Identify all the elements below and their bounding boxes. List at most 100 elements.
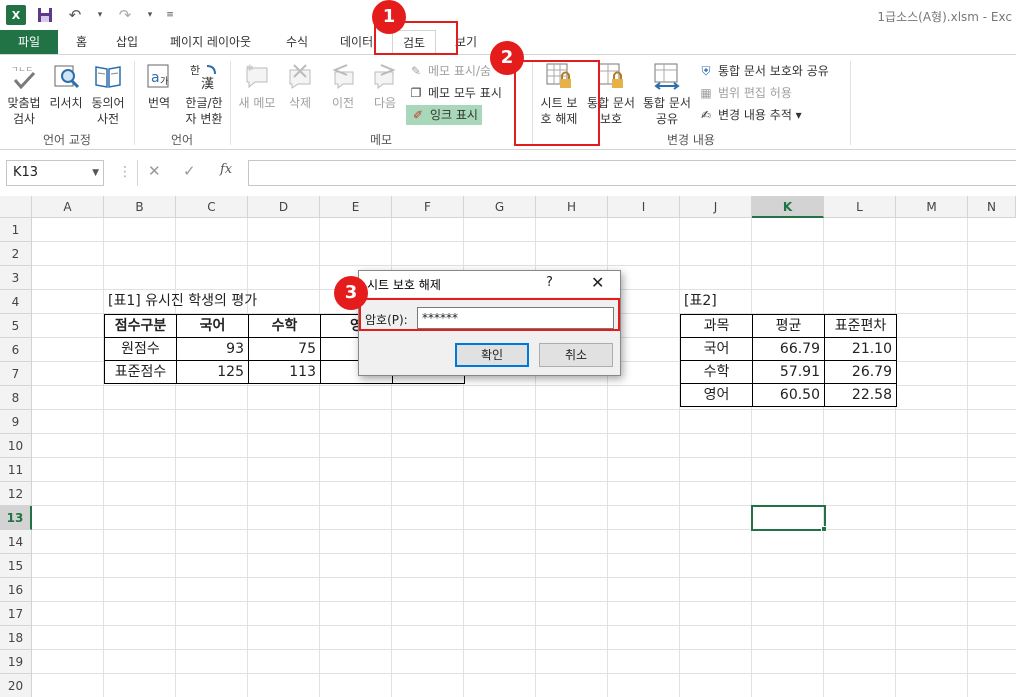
new-comment-button[interactable]: ✱ 새 메모 [236,61,278,111]
row-header[interactable]: 10 [0,434,32,458]
table2-title[interactable]: [표2] [680,290,721,314]
name-box[interactable]: K13 ▼ [6,160,104,186]
column-header-j[interactable]: J [680,196,752,218]
row-header[interactable]: 12 [0,482,32,506]
tab-formulas[interactable]: 수식 [286,30,308,54]
thesaurus-button[interactable]: 동의어 사전 [88,61,128,127]
row-header[interactable]: 7 [0,362,32,386]
formula-input[interactable] [248,160,1016,186]
hangul-hanja-button[interactable]: 한漢 한글/한 자 변환 [180,61,228,127]
column-header-h[interactable]: H [536,196,608,218]
row-header[interactable]: 14 [0,530,32,554]
row-header[interactable]: 6 [0,338,32,362]
undo-icon[interactable]: ↶ [64,5,86,25]
table2-cell[interactable]: 수학 [680,360,753,384]
translate-icon: a가 [144,61,174,91]
table2-cell[interactable]: 국어 [680,337,753,361]
column-header-m[interactable]: M [896,196,968,218]
show-hide-comment-button[interactable]: ✎ 메모 표시/숨 [408,61,491,81]
table1-header-cell[interactable]: 수학 [248,314,321,338]
row-header[interactable]: 8 [0,386,32,410]
redo-icon[interactable]: ↷ [114,5,136,25]
close-icon[interactable]: ✕ [591,273,604,292]
protect-share-workbook-button[interactable]: ⛨ 통합 문서 보호와 공유 [698,61,828,81]
track-changes-button[interactable]: ✍ 변경 내용 추적 ▾ [698,105,802,125]
table1-cell[interactable]: 표준점수 [104,360,177,384]
row-header[interactable]: 19 [0,650,32,674]
table1-cell[interactable]: 125 [176,360,249,384]
table1-cell[interactable]: 93 [176,337,249,361]
delete-comment-button[interactable]: 삭제 [282,61,318,111]
enter-entry-icon[interactable]: ✓ [183,162,196,180]
row-header[interactable]: 2 [0,242,32,266]
name-box-dropdown-icon[interactable]: ▼ [92,161,99,185]
next-comment-button[interactable]: 다음 [366,61,404,111]
table2-cell[interactable]: 60.50 [752,383,825,407]
table2-header-cell[interactable]: 과목 [680,314,753,338]
table2-header-cell[interactable]: 표준편차 [824,314,897,338]
undo-dropdown-icon[interactable]: ▾ [94,5,106,25]
cancel-entry-icon[interactable]: ✕ [148,162,161,180]
table1-header-cell[interactable]: 국어 [176,314,249,338]
cancel-button[interactable]: 취소 [539,343,613,367]
table1-title[interactable]: [표1] 유시진 학생의 평가 [104,290,261,314]
row-header[interactable]: 17 [0,602,32,626]
column-header-e[interactable]: E [320,196,392,218]
row-header[interactable]: 5 [0,314,32,338]
translate-button[interactable]: a가 번역 [140,61,178,111]
column-header-d[interactable]: D [248,196,320,218]
tab-view[interactable]: 보기 [455,30,477,54]
table2-cell[interactable]: 66.79 [752,337,825,361]
row-header[interactable]: 11 [0,458,32,482]
tab-home[interactable]: 홈 [76,30,87,54]
show-all-comments-button[interactable]: ❐ 메모 모두 표시 [408,83,502,103]
help-icon[interactable]: ? [546,275,553,290]
table1-cell[interactable]: 75 [248,337,321,361]
row-header[interactable]: 1 [0,218,32,242]
table2-cell[interactable]: 21.10 [824,337,897,361]
spelling-button[interactable]: ㄱㄴㄷ 맞춤법 검사 [3,61,45,127]
ok-button[interactable]: 확인 [455,343,529,367]
share-workbook-button[interactable]: 통합 문서 공유 [640,61,694,127]
column-header-f[interactable]: F [392,196,464,218]
active-cell-k13[interactable] [751,505,826,531]
row-header[interactable]: 15 [0,554,32,578]
row-header[interactable]: 9 [0,410,32,434]
table2-header-cell[interactable]: 평균 [752,314,825,338]
tab-data[interactable]: 데이터 [340,30,373,54]
table1-header-cell[interactable]: 점수구분 [104,314,177,338]
select-all-corner[interactable] [0,196,32,218]
customize-qat-icon[interactable]: ≡ [164,5,176,25]
column-header-b[interactable]: B [104,196,176,218]
show-ink-button[interactable]: ✐ 잉크 표시 [406,105,482,125]
row-header[interactable]: 18 [0,626,32,650]
save-icon[interactable] [34,5,56,25]
row-header-selected[interactable]: 13 [0,506,32,530]
column-header-c[interactable]: C [176,196,248,218]
allow-edit-ranges-button[interactable]: ▦ 범위 편집 허용 [698,83,792,103]
column-header-g[interactable]: G [464,196,536,218]
row-header[interactable]: 3 [0,266,32,290]
fill-handle[interactable] [821,526,827,532]
tab-page-layout[interactable]: 페이지 레이아웃 [170,30,251,54]
redo-dropdown-icon[interactable]: ▾ [144,5,156,25]
column-header-a[interactable]: A [32,196,104,218]
tab-file[interactable]: 파일 [0,30,58,54]
table2-cell[interactable]: 26.79 [824,360,897,384]
column-header-k[interactable]: K [752,196,824,218]
row-header[interactable]: 4 [0,290,32,314]
column-header-l[interactable]: L [824,196,896,218]
table2-cell[interactable]: 22.58 [824,383,897,407]
column-header-i[interactable]: I [608,196,680,218]
tab-insert[interactable]: 삽입 [116,30,138,54]
column-header-n[interactable]: N [968,196,1016,218]
row-header[interactable]: 20 [0,674,32,697]
research-button[interactable]: 리서치 [46,61,86,111]
row-header[interactable]: 16 [0,578,32,602]
table1-cell[interactable]: 원점수 [104,337,177,361]
table2-cell[interactable]: 57.91 [752,360,825,384]
table1-cell[interactable]: 113 [248,360,321,384]
insert-function-icon[interactable]: fx [220,162,232,177]
previous-comment-button[interactable]: 이전 [324,61,362,111]
table2-cell[interactable]: 영어 [680,383,753,407]
